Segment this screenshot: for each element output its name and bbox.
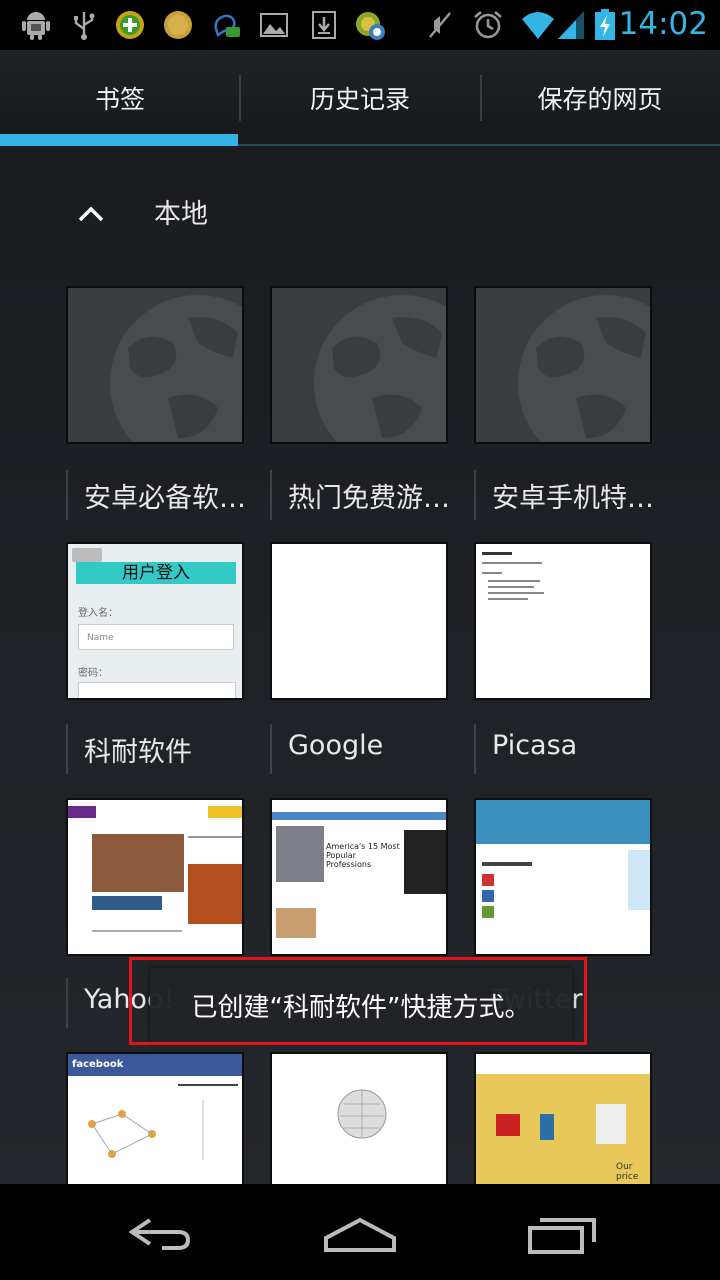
status-bar: 14:02 — [0, 0, 720, 50]
caption-divider — [66, 978, 68, 1028]
chevron-up-icon — [78, 206, 104, 222]
bookmark-title[interactable]: 安卓手机特… — [492, 476, 662, 515]
bookmark-thumbnail[interactable] — [66, 286, 244, 444]
android-debug-icon — [22, 12, 50, 40]
bookmark-thumbnail-wikipedia[interactable] — [270, 1052, 448, 1184]
plus-app-icon — [116, 11, 144, 39]
highlight-box — [129, 957, 587, 1045]
bookmark-thumbnail-news[interactable]: America's 15 Most Popular Professions — [270, 798, 448, 956]
signal-icon — [558, 11, 584, 39]
bookmark-thumbnail-shopping[interactable]: Our price — [474, 1052, 652, 1184]
navigation-bar — [0, 1184, 720, 1280]
tab-selected-indicator — [0, 134, 238, 146]
bookmark-title[interactable]: Picasa — [492, 730, 662, 761]
section-toggle[interactable] — [78, 194, 104, 234]
battery-charging-icon — [595, 9, 615, 40]
menu-icon — [72, 548, 102, 562]
bookmark-title[interactable]: 安卓必备软… — [84, 476, 254, 515]
bookmark-title[interactable]: 科耐软件 — [84, 730, 254, 769]
thumb-price-label: Our price — [616, 1162, 639, 1182]
caption-divider — [270, 470, 272, 520]
usb-icon — [74, 12, 95, 40]
mute-icon — [429, 12, 451, 38]
world-map-icon — [88, 1110, 156, 1158]
coin-app-icon — [164, 11, 192, 39]
tab-saved-pages[interactable]: 保存的网页 — [480, 50, 720, 146]
bookmark-thumbnail-text[interactable] — [474, 542, 652, 700]
section-title: 本地 — [154, 199, 208, 230]
tab-history[interactable]: 历史记录 — [240, 50, 480, 146]
bookmark-thumbnail-twitter[interactable] — [474, 798, 652, 956]
bookmark-thumbnail-blank[interactable] — [270, 542, 448, 700]
tab-bar: 书签 历史记录 保存的网页 — [0, 50, 720, 146]
chat-app-icon — [214, 14, 240, 37]
bookmark-thumbnail-login[interactable]: 用户登入 登入名： Name 密码： — [66, 542, 244, 700]
recent-apps-icon[interactable] — [524, 1202, 604, 1262]
bookmark-thumbnail[interactable] — [270, 286, 448, 444]
back-icon[interactable] — [122, 1202, 202, 1262]
thumb-logo: facebook — [68, 1054, 242, 1076]
caption-divider — [270, 724, 272, 774]
login-pass-input — [78, 682, 236, 698]
login-title: 用户登入 — [76, 562, 236, 584]
bookmark-title[interactable]: Google — [288, 730, 458, 761]
wifi-icon — [522, 12, 554, 39]
login-user-label: 登入名： — [78, 608, 118, 619]
clock: 14:02 — [618, 6, 708, 42]
home-icon[interactable] — [320, 1202, 400, 1262]
globe-icon — [518, 295, 650, 442]
caption-divider — [474, 470, 476, 520]
image-icon — [260, 13, 288, 37]
wikipedia-globe-icon — [337, 1089, 387, 1139]
thumb-headline: America's 15 Most Popular Professions — [326, 842, 400, 869]
bookmark-thumbnail-facebook[interactable]: facebook — [66, 1052, 244, 1184]
alarm-icon — [474, 11, 502, 39]
caption-divider — [66, 724, 68, 774]
bookmark-title[interactable]: 热门免费游… — [288, 476, 458, 515]
tab-bookmarks[interactable]: 书签 — [0, 50, 240, 146]
sync-app-icon — [356, 12, 385, 40]
caption-divider — [66, 470, 68, 520]
globe-icon — [314, 295, 446, 442]
bookmark-thumbnail-yahoo[interactable] — [66, 798, 244, 956]
login-pass-label: 密码： — [78, 668, 108, 679]
caption-divider — [474, 724, 476, 774]
bookmark-thumbnail[interactable] — [474, 286, 652, 444]
globe-icon — [110, 295, 242, 442]
download-icon — [312, 11, 336, 39]
login-user-input: Name — [78, 624, 234, 650]
